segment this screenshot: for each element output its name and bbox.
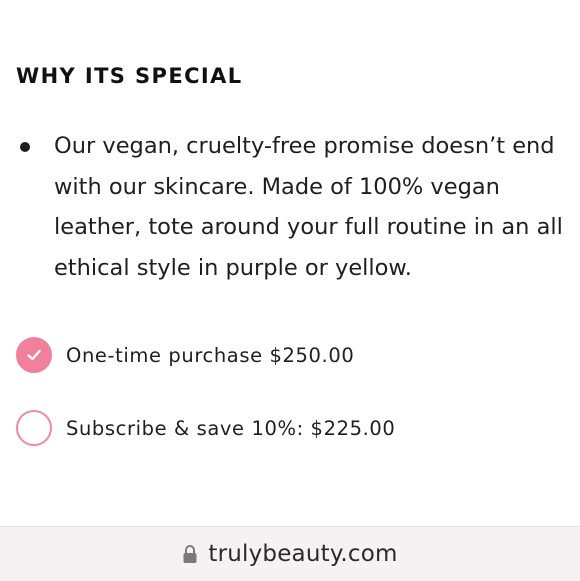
bullet-icon	[20, 142, 30, 152]
option-one-time-purchase[interactable]: One-time purchase $250.00	[16, 337, 354, 373]
feature-list: Our vegan, cruelty-free promise doesn’t …	[16, 126, 576, 288]
browser-address-bar[interactable]: trulybeauty.com	[0, 526, 580, 581]
checkmark-radio-icon[interactable]	[16, 337, 52, 373]
section-heading: WHY ITS SPECIAL	[16, 64, 243, 88]
option-subscribe-save[interactable]: Subscribe & save 10%: $225.00	[16, 410, 395, 446]
option-label: One-time purchase $250.00	[66, 343, 355, 367]
url-text[interactable]: trulybeauty.com	[208, 541, 397, 567]
feature-text: Our vegan, cruelty-free promise doesn’t …	[54, 133, 563, 281]
option-label: Subscribe & save 10%: $225.00	[66, 416, 396, 440]
radio-empty-icon[interactable]	[16, 410, 52, 446]
lock-icon	[182, 544, 198, 564]
list-item: Our vegan, cruelty-free promise doesn’t …	[16, 126, 576, 288]
